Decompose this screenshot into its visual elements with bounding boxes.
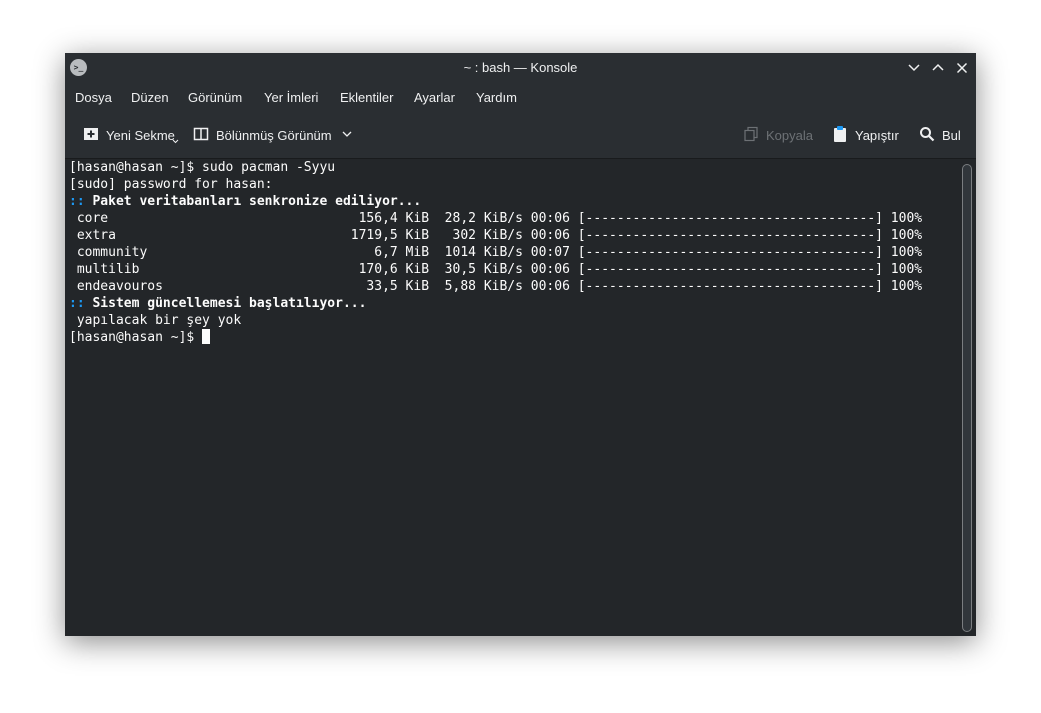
upgrade-text: Sistem güncellemesi başlatılıyor... <box>92 296 367 311</box>
menu-bar: Dosya Düzen Görünüm Yer İmleri Eklentile… <box>65 82 976 112</box>
search-icon <box>919 126 935 145</box>
maximize-icon[interactable] <box>928 58 948 78</box>
terminal-sync-line: :: Paket veritabanları senkronize ediliy… <box>69 193 421 210</box>
chevron-down-icon[interactable] <box>341 128 353 143</box>
repo-line-multilib: multilib 170,6 KiB 30,5 KiB/s 00:06 [---… <box>69 262 923 277</box>
split-view-icon <box>193 126 209 145</box>
menu-duzen[interactable]: Düzen <box>131 90 169 105</box>
copy-label: Kopyala <box>766 127 813 143</box>
sync-text: Paket veritabanları senkronize ediliyor.… <box>92 194 422 209</box>
terminal-upgrade-line: :: Sistem güncellemesi başlatılıyor... <box>69 295 366 312</box>
repo-line-endeavouros: endeavouros 33,5 KiB 5,88 KiB/s 00:06 [-… <box>69 279 923 294</box>
title-bar[interactable]: >_ ~ : bash — Konsole <box>65 53 976 82</box>
menu-dosya[interactable]: Dosya <box>75 90 112 105</box>
close-icon[interactable] <box>952 58 972 78</box>
paste-button[interactable]: Yapıştır <box>832 125 899 145</box>
prompt: [hasan@hasan ~]$ <box>69 330 203 345</box>
toolbar: Yeni Sekme Bölünmüş Görünüm Kopyala Yapı… <box>65 112 976 159</box>
find-label: Bul <box>942 127 961 143</box>
terminal-sudo-line: [sudo] password for hasan: <box>69 177 273 192</box>
konsole-window: >_ ~ : bash — Konsole Dosya Düzen Görünü… <box>65 53 976 636</box>
split-view-label: Bölünmüş Görünüm <box>216 127 332 143</box>
paste-icon <box>832 125 848 146</box>
menu-ayarlar[interactable]: Ayarlar <box>414 90 455 105</box>
paste-label: Yapıştır <box>855 127 899 143</box>
new-tab-label: Yeni Sekme <box>106 127 175 143</box>
menu-eklentiler[interactable]: Eklentiler <box>340 90 393 105</box>
menu-yardim[interactable]: Yardım <box>476 90 517 105</box>
split-view-button[interactable]: Bölünmüş Görünüm <box>193 125 353 145</box>
minimize-icon[interactable] <box>904 58 924 78</box>
new-tab-icon <box>83 126 99 145</box>
scrollbar-thumb[interactable] <box>962 164 972 632</box>
chevron-down-icon <box>172 139 179 144</box>
terminal-nothing-line: yapılacak bir şey yok <box>69 313 242 328</box>
terminal-output[interactable]: [hasan@hasan ~]$ sudo pacman -Syyu [sudo… <box>65 159 976 636</box>
window-title: ~ : bash — Konsole <box>463 60 578 75</box>
find-button[interactable]: Bul <box>919 125 961 145</box>
copy-icon <box>743 126 759 145</box>
repo-line-community: community 6,7 MiB 1014 KiB/s 00:07 [----… <box>69 245 923 260</box>
repo-line-core: core 156,4 KiB 28,2 KiB/s 00:06 [-------… <box>69 211 923 226</box>
upgrade-marker: :: <box>69 296 85 311</box>
copy-button[interactable]: Kopyala <box>743 125 813 145</box>
terminal-prompt-line: [hasan@hasan ~]$ <box>69 329 211 346</box>
text-cursor <box>202 329 211 344</box>
repo-line-extra: extra 1719,5 KiB 302 KiB/s 00:06 [------… <box>69 228 923 243</box>
menu-yer-imleri[interactable]: Yer İmleri <box>264 90 318 105</box>
new-tab-button[interactable]: Yeni Sekme <box>83 125 179 145</box>
sync-marker: :: <box>69 194 85 209</box>
terminal-command-line: [hasan@hasan ~]$ sudo pacman -Syyu <box>69 160 336 175</box>
menu-gorunum[interactable]: Görünüm <box>188 90 242 105</box>
